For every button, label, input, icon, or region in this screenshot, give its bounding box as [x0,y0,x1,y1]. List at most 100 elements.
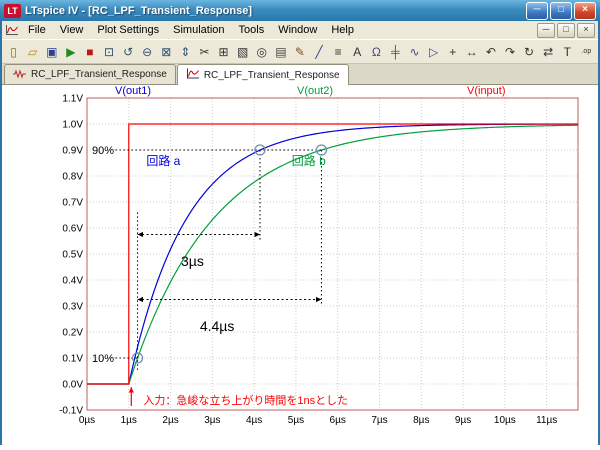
schematic-icon [13,68,27,82]
annotation-text: 入力：急峻な立ち上がり時間を1nsとした [143,393,348,407]
toolbar-rotate[interactable]: ↻ [520,41,539,62]
new-file-icon: ▯ [10,45,17,59]
waveform-icon [186,68,200,82]
toolbar-resistor[interactable]: Ω [367,41,386,62]
minimize-button[interactable]: ─ [526,2,548,20]
toolbar-halt[interactable]: ■ [80,41,99,62]
maximize-button[interactable]: □ [550,2,572,20]
resistor-icon: Ω [372,45,381,59]
ltspice-logo-icon: LT [4,4,21,18]
toolbar-drag[interactable]: ↔ [462,41,481,62]
label-icon: A [353,45,361,59]
toolbar-redo[interactable]: ↷ [500,41,519,62]
toolbar-wire[interactable]: ╱ [310,41,329,62]
y-tick-label: -0.1V [59,406,83,417]
legend-item[interactable]: V(out1) [115,85,151,97]
child-restore-button[interactable]: □ [557,23,575,38]
toolbar-zoom-extents[interactable]: ⊠ [157,41,176,62]
toolbar-zoom-area[interactable]: ⊡ [99,41,118,62]
toolbar-copy[interactable]: ⊞ [214,41,233,62]
annotation-text: 回路 a [146,153,180,168]
toolbar-find[interactable]: ◎ [252,41,271,62]
x-tick-label: 6µs [330,415,346,426]
toolbar-zoom-back[interactable]: ↺ [119,41,138,62]
menu-simulation[interactable]: Simulation [166,23,231,38]
tab-waveform[interactable]: RC_LPF_Transient_Response [177,64,349,85]
y-tick-label: 0.5V [62,250,83,261]
x-tick-label: 2µs [162,415,178,426]
x-tick-label: 5µs [288,415,304,426]
child-close-button[interactable]: × [577,23,595,38]
tab-label: RC_LPF_Transient_Response [204,70,340,81]
toolbar-autorange[interactable]: ⇕ [176,41,195,62]
y-tick-label: 0.0V [62,380,83,391]
undo-icon: ↶ [486,45,496,59]
window-controls: ─□× [526,2,596,20]
menu-tools[interactable]: Tools [232,23,272,38]
tab-label: RC_LPF_Transient_Response [31,69,167,80]
menu-plot-settings[interactable]: Plot Settings [90,23,166,38]
ltspice-window: LT LTspice IV - [RC_LPF_Transient_Respon… [0,0,600,445]
tab-bar: RC_LPF_Transient_Response RC_LPF_Transie… [2,64,598,85]
y-tick-label: 0.9V [62,146,83,157]
annotation-text: 90% [92,145,114,157]
toolbar-diode[interactable]: ▷ [424,41,443,62]
y-tick-label: 0.2V [62,328,83,339]
x-tick-label: 0µs [79,415,95,426]
zoom-extents-icon: ⊠ [161,45,171,59]
toolbar-paste[interactable]: ▧ [233,41,252,62]
toolbar-new-file[interactable]: ▯ [4,41,23,62]
toolbar-print[interactable]: ▤ [271,41,290,62]
menu-items: FileViewPlot SettingsSimulationToolsWind… [21,23,361,38]
mirror-icon: ⇄ [543,45,553,59]
halt-icon: ■ [86,45,93,59]
toolbar-inductor[interactable]: ∿ [405,41,424,62]
x-tick-label: 4µs [246,415,262,426]
waveform-viewer[interactable]: 0µs1µs2µs3µs4µs5µs6µs7µs8µs9µs10µs11µs1.… [2,85,598,445]
toolbar-save[interactable]: ▣ [42,41,61,62]
spice-directive-icon: .op [581,48,591,55]
close-button[interactable]: × [574,2,596,20]
toolbar-edit[interactable]: ✎ [290,41,309,62]
x-tick-label: 7µs [371,415,387,426]
toolbar-move[interactable]: + [443,41,462,62]
x-tick-label: 8µs [413,415,429,426]
menu-file[interactable]: File [21,23,53,38]
toolbar-open-folder[interactable]: ▱ [23,41,42,62]
menu-window[interactable]: Window [271,23,324,38]
toolbar-run[interactable]: ▶ [61,41,80,62]
toolbar-cut[interactable]: ✂ [195,41,214,62]
menu-view[interactable]: View [53,23,91,38]
plot-pane: 0µs1µs2µs3µs4µs5µs6µs7µs8µs9µs10µs11µs1.… [2,85,598,445]
open-folder-icon: ▱ [28,45,37,59]
capacitor-icon: ╪ [391,45,400,59]
mdi-child-controls: ─□× [537,23,595,38]
redo-icon: ↷ [505,45,515,59]
find-icon: ◎ [257,45,267,59]
toolbar-undo[interactable]: ↶ [481,41,500,62]
save-icon: ▣ [46,45,57,59]
toolbar-label[interactable]: A [348,41,367,62]
run-icon: ▶ [66,45,75,59]
titlebar: LT LTspice IV - [RC_LPF_Transient_Respon… [0,0,600,21]
tab-schematic[interactable]: RC_LPF_Transient_Response [4,64,176,84]
toolbar-text-tool[interactable]: T [558,41,577,62]
window-title: LTspice IV - [RC_LPF_Transient_Response] [25,5,522,17]
toolbar-zoom-out[interactable]: ⊖ [138,41,157,62]
toolbar-ground[interactable]: ≡ [329,41,348,62]
zoom-area-icon: ⊡ [104,45,114,59]
toolbar-capacitor[interactable]: ╪ [386,41,405,62]
child-minimize-button[interactable]: ─ [537,23,555,38]
legend-item[interactable]: V(input) [467,85,506,97]
x-tick-label: 11µs [536,415,557,426]
child-window-icon [5,24,19,36]
copy-icon: ⊞ [219,45,229,59]
legend-item[interactable]: V(out2) [297,85,333,97]
arrowhead [316,297,321,302]
menu-help[interactable]: Help [324,23,361,38]
x-tick-label: 10µs [494,415,516,426]
y-tick-label: 0.7V [62,198,83,209]
toolbar-mirror[interactable]: ⇄ [539,41,558,62]
diode-icon: ▷ [429,45,438,59]
toolbar-spice-directive[interactable]: .op [577,41,596,62]
